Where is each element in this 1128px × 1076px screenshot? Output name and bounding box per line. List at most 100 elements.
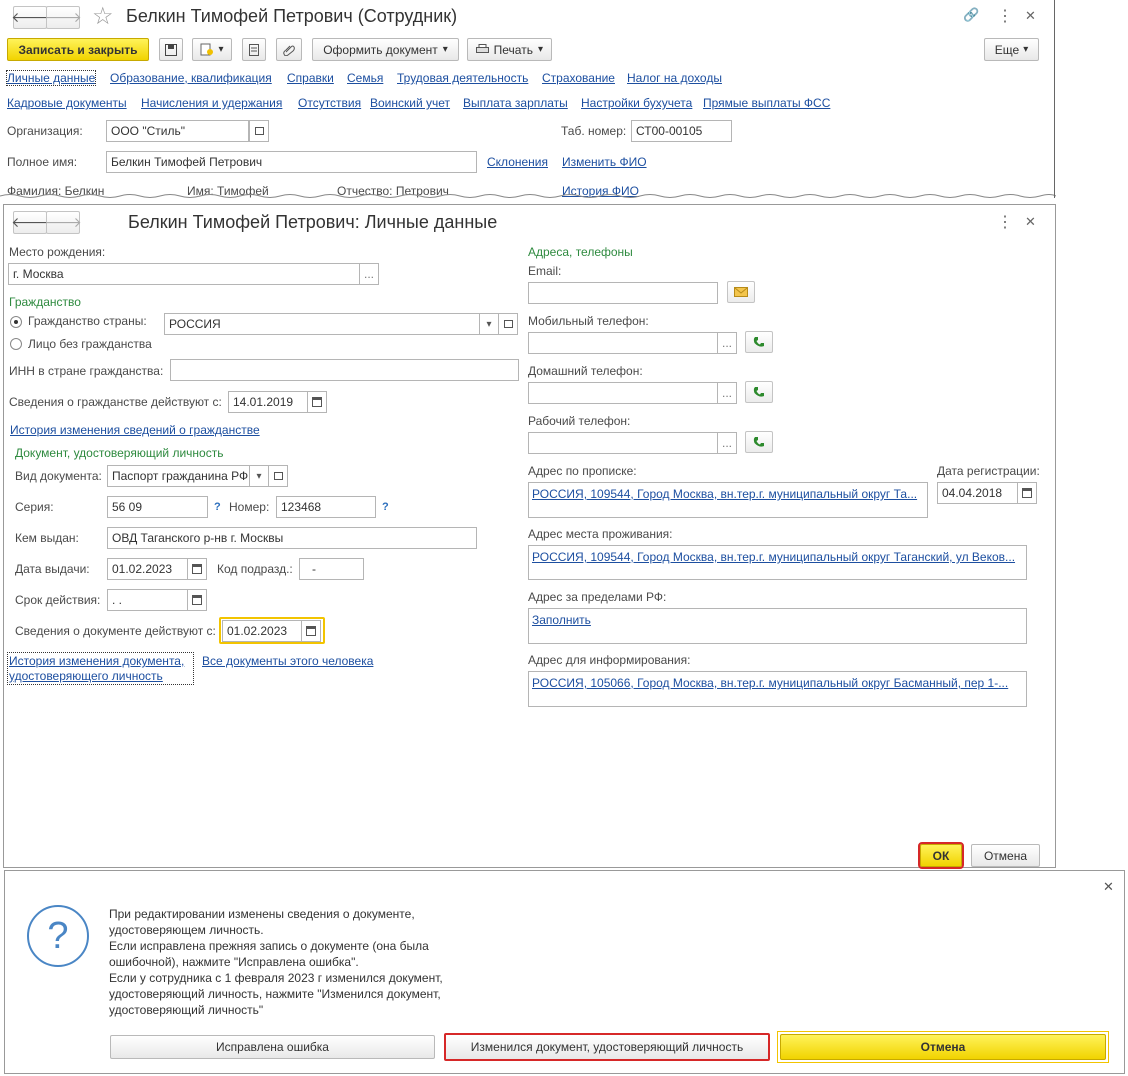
send-email-button[interactable]	[727, 281, 755, 303]
tab-hr-documents[interactable]: Кадровые документы	[7, 96, 127, 110]
calendar-button[interactable]	[307, 391, 327, 413]
full-name-field[interactable]: Белкин Тимофей Петрович	[106, 151, 477, 173]
doc-history-link[interactable]: История изменения документа, удостоверяю…	[7, 652, 194, 685]
reg-date-field[interactable]: 04.04.2018	[937, 482, 1018, 504]
question-icon: ?	[27, 905, 89, 967]
doc-type-dropdown-button[interactable]: ▾	[249, 465, 269, 487]
forward-button[interactable]: 🡒	[44, 211, 82, 234]
tab-absences[interactable]: Отсутствия	[298, 96, 361, 110]
save-button[interactable]	[159, 38, 183, 61]
tab-income-tax[interactable]: Налог на доходы	[627, 71, 722, 85]
chevron-down-icon: ▾	[442, 44, 448, 55]
paperclip-icon	[283, 45, 295, 56]
work-phone-field[interactable]	[528, 432, 718, 454]
calendar-button[interactable]	[187, 558, 207, 580]
email-field[interactable]	[528, 282, 718, 304]
close-icon[interactable]: ✕	[1025, 214, 1036, 230]
dialog-cancel-button[interactable]: Отмена	[780, 1034, 1106, 1060]
open-doc-type-button[interactable]	[268, 465, 288, 487]
back-button[interactable]: 🡐	[11, 211, 49, 234]
tab-family[interactable]: Семья	[347, 71, 383, 85]
cancel-button[interactable]: Отмена	[971, 844, 1040, 867]
issued-by-field[interactable]: ОВД Таганского р-нв г. Москвы	[107, 527, 477, 549]
more-menu-icon[interactable]: ⋮	[997, 212, 1013, 232]
back-arrow-icon: 🡐	[11, 9, 49, 25]
more-button[interactable]: Еще ▾	[984, 38, 1039, 61]
tab-personal-data[interactable]: Личные данные	[5, 70, 97, 86]
tab-work-history[interactable]: Трудовая деятельность	[397, 71, 528, 85]
organization-label: Организация:	[7, 124, 83, 138]
open-citizenship-button[interactable]	[498, 313, 518, 335]
citizenship-from-field[interactable]: 14.01.2019	[228, 391, 308, 413]
reg-address-field[interactable]: РОССИЯ, 109544, Город Москва, вн.тер.г. …	[528, 482, 928, 518]
link-icon[interactable]: 🔗	[963, 7, 979, 23]
home-phone-label: Домашний телефон:	[528, 364, 643, 378]
tab-number-field[interactable]: СТ00-00105	[631, 120, 732, 142]
calendar-icon	[192, 595, 202, 605]
home-phone-field[interactable]	[528, 382, 718, 404]
change-name-link[interactable]: Изменить ФИО	[562, 155, 647, 169]
valid-until-field[interactable]: . .	[107, 589, 188, 611]
mobile-label: Мобильный телефон:	[528, 314, 649, 328]
stateless-label: Лицо без гражданства	[28, 337, 152, 351]
birthplace-field[interactable]: г. Москва	[8, 263, 360, 285]
save-close-button[interactable]: Записать и закрыть	[7, 38, 149, 61]
stateless-radio[interactable]	[10, 338, 22, 350]
citizenship-dropdown-button[interactable]: ▾	[479, 313, 499, 335]
tab-military[interactable]: Воинский учет	[370, 96, 450, 110]
tab-certificates[interactable]: Справки	[287, 71, 334, 85]
citizenship-country-radio[interactable]	[10, 316, 22, 328]
tab-accruals[interactable]: Начисления и удержания	[141, 96, 282, 110]
tab-salary-payment[interactable]: Выплата зарплаты	[463, 96, 568, 110]
calendar-button[interactable]	[301, 620, 321, 642]
calendar-icon	[192, 564, 202, 574]
mobile-field[interactable]	[528, 332, 718, 354]
dept-code-field[interactable]: -	[299, 558, 364, 580]
call-mobile-button[interactable]	[745, 331, 773, 353]
fixed-error-button[interactable]: Исправлена ошибка	[110, 1035, 435, 1059]
tab-education[interactable]: Образование, квалификация	[110, 71, 272, 85]
work-phone-select-button[interactable]: ...	[717, 432, 737, 454]
report-button[interactable]	[242, 38, 266, 61]
abroad-field[interactable]: Заполнить	[528, 608, 1027, 644]
document-changed-button[interactable]: Изменился документ, удостоверяющий лично…	[444, 1033, 770, 1061]
create-document-dropdown[interactable]: Оформить документ ▾	[312, 38, 459, 61]
forward-button[interactable]: 🡒	[44, 6, 82, 29]
organization-field[interactable]: ООО "Стиль"	[106, 120, 249, 142]
all-documents-link[interactable]: Все документы этого человека	[202, 654, 373, 668]
tab-insurance[interactable]: Страхование	[542, 71, 615, 85]
back-button[interactable]: 🡐	[11, 6, 49, 29]
calendar-button[interactable]	[1017, 482, 1037, 504]
inn-field[interactable]	[170, 359, 519, 381]
calendar-button[interactable]	[187, 589, 207, 611]
mobile-select-button[interactable]: ...	[717, 332, 737, 354]
home-phone-select-button[interactable]: ...	[717, 382, 737, 404]
citizenship-country-field[interactable]: РОССИЯ	[164, 313, 480, 335]
citizenship-from-label: Сведения о гражданстве действуют с:	[9, 395, 222, 409]
number-help-icon[interactable]: ?	[382, 501, 389, 513]
citizenship-history-link[interactable]: История изменения сведений о гражданстве	[10, 423, 260, 437]
number-field[interactable]: 123468	[276, 496, 376, 518]
create-based-button[interactable]: ▾	[192, 38, 232, 61]
call-work-button[interactable]	[745, 431, 773, 453]
tab-fss-payments[interactable]: Прямые выплаты ФСС	[703, 96, 830, 110]
print-dropdown[interactable]: Печать ▾	[467, 38, 552, 61]
doc-type-field[interactable]: Паспорт гражданина РФ	[107, 465, 250, 487]
call-home-button[interactable]	[745, 381, 773, 403]
doc-from-field[interactable]: 01.02.2023	[222, 620, 302, 642]
info-address-field[interactable]: РОССИЯ, 105066, Город Москва, вн.тер.г. …	[528, 671, 1027, 707]
residence-field[interactable]: РОССИЯ, 109544, Город Москва, вн.тер.г. …	[528, 545, 1027, 580]
more-menu-icon[interactable]: ⋮	[997, 6, 1013, 26]
issue-date-field[interactable]: 01.02.2023	[107, 558, 188, 580]
close-icon[interactable]: ✕	[1103, 879, 1114, 895]
tab-accounting-settings[interactable]: Настройки бухучета	[581, 96, 692, 110]
favorite-star-icon[interactable]: ☆	[92, 2, 114, 31]
birthplace-select-button[interactable]: ...	[359, 263, 379, 285]
ok-button[interactable]: ОК	[918, 842, 964, 869]
attachment-button[interactable]	[276, 38, 302, 61]
series-help-icon[interactable]: ?	[214, 501, 221, 513]
open-organization-button[interactable]	[249, 120, 269, 142]
close-icon[interactable]: ✕	[1025, 8, 1036, 24]
series-field[interactable]: 56 09	[107, 496, 208, 518]
declension-link[interactable]: Склонения	[487, 155, 548, 169]
